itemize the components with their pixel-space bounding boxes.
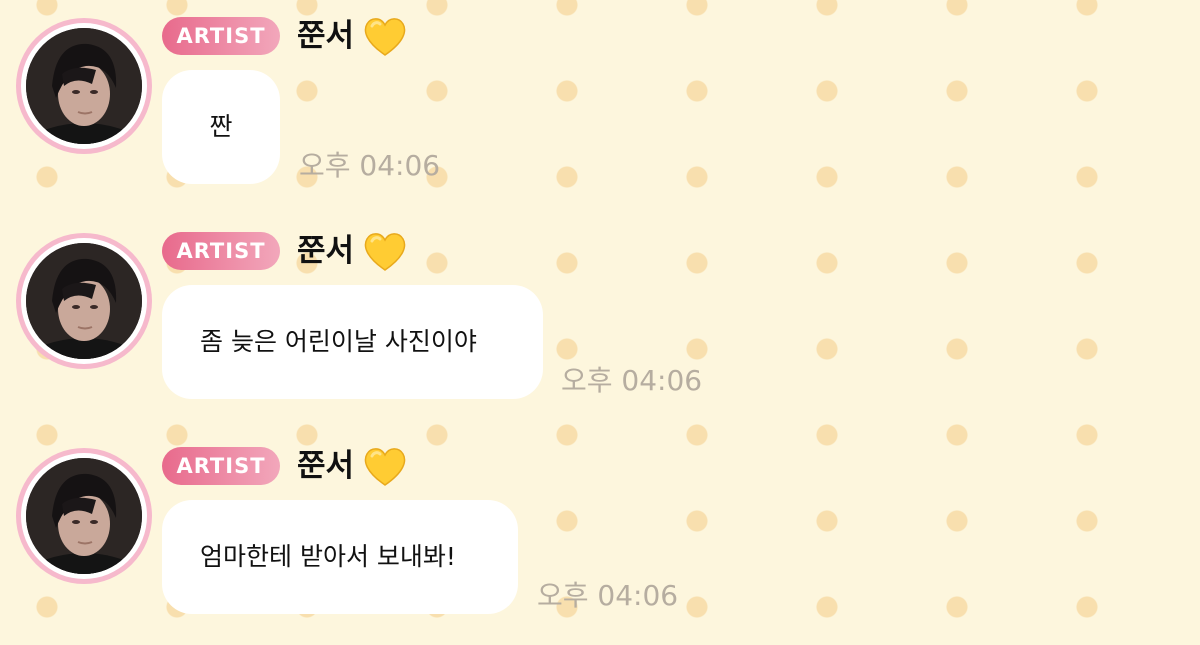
message-bubble[interactable]: 엄마한테 받아서 보내봐! (162, 500, 518, 614)
yellow-heart-icon (364, 18, 406, 56)
chat-screen: { "messages": [ { "badge": "ARTIST", "se… (0, 0, 1200, 638)
avatar[interactable] (16, 18, 152, 154)
artist-badge: ARTIST (162, 17, 280, 55)
chat-message: ARTIST 쭌서 엄마한테 받아서 보내봐! 오후 04:06 (0, 430, 1200, 645)
avatar[interactable] (16, 448, 152, 584)
message-timestamp: 오후 04:06 (299, 149, 441, 182)
avatar[interactable] (16, 233, 152, 369)
avatar-photo (26, 458, 142, 574)
chat-message: ARTIST 쭌서 짠 오후 04:06 (0, 0, 1200, 215)
artist-badge: ARTIST (162, 232, 280, 270)
sender-name: 쭌서 (297, 18, 355, 54)
message-timestamp: 오후 04:06 (561, 364, 703, 397)
avatar-photo (26, 243, 142, 359)
chat-message: ARTIST 쭌서 좀 늦은 어린이날 사진이야 오후 04:06 (0, 215, 1200, 430)
yellow-heart-icon (364, 448, 406, 486)
artist-badge: ARTIST (162, 447, 280, 485)
message-timestamp: 오후 04:06 (537, 579, 679, 612)
sender-name: 쭌서 (297, 233, 355, 269)
avatar-photo (26, 28, 142, 144)
sender-name: 쭌서 (297, 448, 355, 484)
message-bubble[interactable]: 좀 늦은 어린이날 사진이야 (162, 285, 543, 399)
yellow-heart-icon (364, 233, 406, 271)
message-bubble[interactable]: 짠 (162, 70, 280, 184)
